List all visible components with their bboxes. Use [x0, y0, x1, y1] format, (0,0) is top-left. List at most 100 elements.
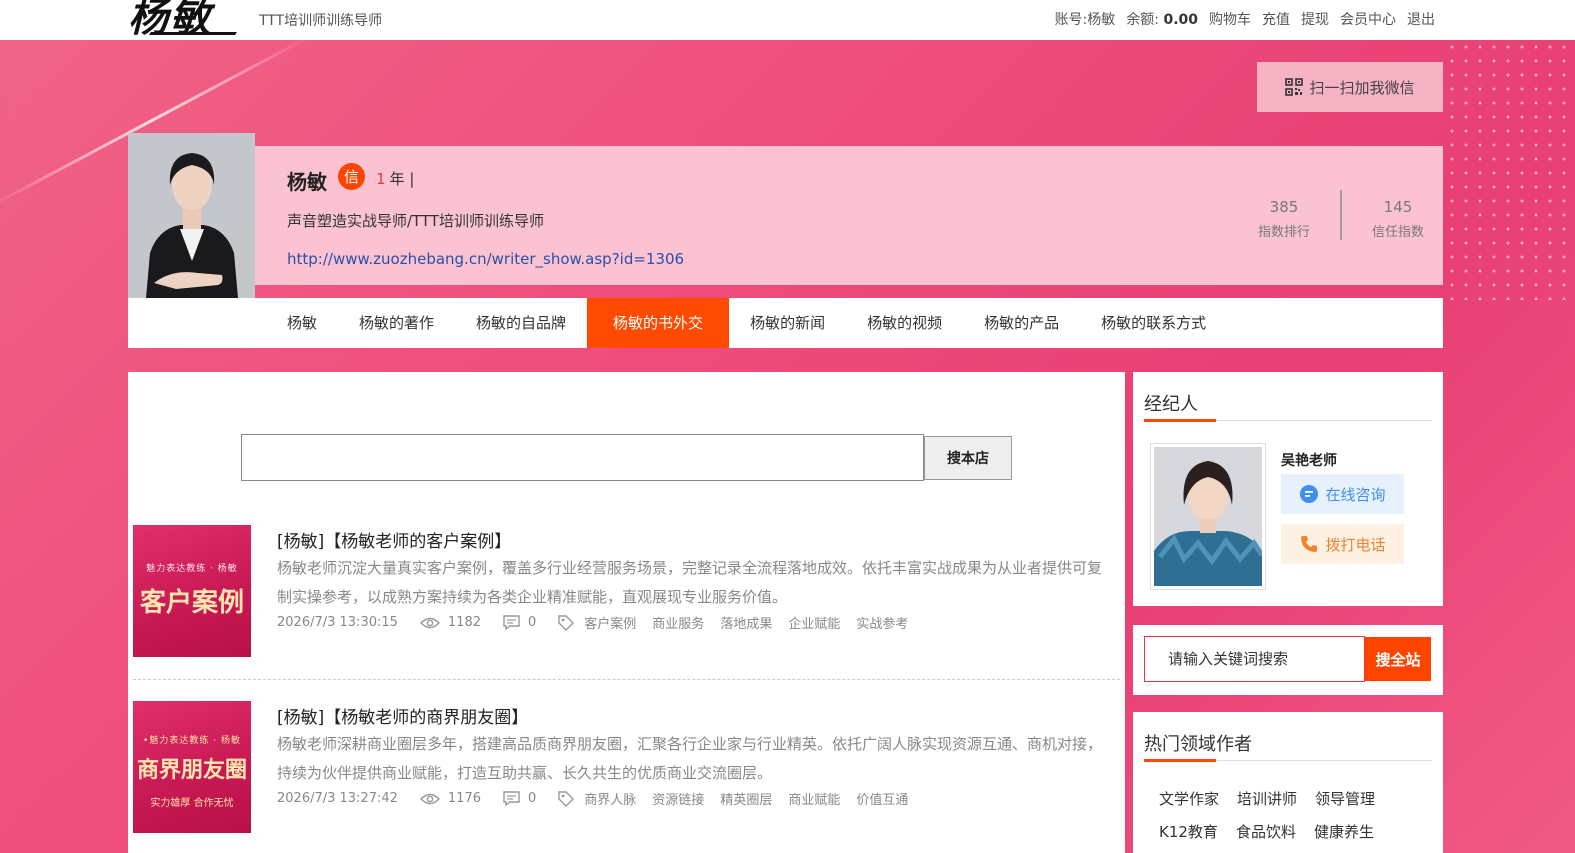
profile-header: 杨敏 信 1年 | 声音塑造实战导师/TTT培训师训练导师 http://www… — [255, 146, 1443, 285]
article-time: 2026/7/3 13:30:15 — [277, 615, 398, 630]
account-info: 账号:杨敏 — [1055, 9, 1116, 29]
nav-news[interactable]: 杨敏的新闻 — [729, 298, 846, 348]
member-years: 1年 | — [376, 168, 414, 189]
article-thumbnail[interactable]: •魅力表达教练 · 杨敏 商界朋友圈 实力雄厚 合作无忧 — [133, 701, 251, 833]
nav-book-diplomacy[interactable]: 杨敏的书外交 — [587, 298, 730, 348]
top-bar: 杨敏 TTT培训师训练导师 账号:杨敏 余额: 0.00 购物车 充值 提现 会… — [0, 0, 1575, 40]
trust-index-value: 145 — [1383, 198, 1413, 216]
agent-panel: 经纪人 吴艳老师 在线咨询 拨打电话 — [1133, 372, 1443, 606]
article-thumbnail[interactable]: 魅力表达教练 · 杨敏 客户案例 — [133, 525, 251, 657]
member-years-number: 1 — [376, 170, 386, 188]
author-portrait-image — [128, 133, 255, 298]
member-center-link[interactable]: 会员中心 — [1340, 9, 1396, 29]
author-title: 声音塑造实战导师/TTT培训师训练导师 — [287, 212, 545, 230]
thumbnail-caption: 魅力表达教练 · 杨敏 — [146, 564, 238, 574]
account-bar: 账号:杨敏 余额: 0.00 购物车 充值 提现 会员中心 退出 — [1055, 9, 1435, 29]
main-content: 搜本店 魅力表达教练 · 杨敏 客户案例 [杨敏]【杨敏老师的客户案例】 杨敏老… — [128, 372, 1125, 853]
call-phone-label: 拨打电话 — [1325, 535, 1386, 554]
section-accent-bar — [1144, 759, 1216, 762]
thumbnail-caption: •魅力表达教练 · 杨敏 — [143, 736, 241, 746]
decorative-dot-pattern — [1445, 40, 1575, 300]
article-title[interactable]: [杨敏]【杨敏老师的商界朋友圈】 — [277, 703, 528, 728]
article-tag[interactable]: 客户案例 — [584, 613, 636, 632]
article-meta: 2026/7/3 13:30:15 1182 0 客户案例 商业服务 落地成果 … — [277, 613, 924, 632]
nav-contact[interactable]: 杨敏的联系方式 — [1080, 298, 1227, 348]
nav-works[interactable]: 杨敏的著作 — [338, 298, 455, 348]
article-tag[interactable]: 商业赋能 — [788, 789, 840, 808]
nav-brand[interactable]: 杨敏的自品牌 — [455, 298, 587, 348]
nav-products[interactable]: 杨敏的产品 — [963, 298, 1080, 348]
hot-category-link[interactable]: 培训讲师 — [1237, 788, 1297, 809]
article-meta: 2026/7/3 13:27:42 1176 0 商界人脉 资源链接 精英圈层 … — [277, 789, 924, 808]
nav-videos[interactable]: 杨敏的视频 — [846, 298, 963, 348]
index-ranking-stat: 385 指数排行 — [1239, 198, 1329, 240]
site-search-button[interactable]: 搜全站 — [1365, 637, 1431, 681]
logo-brush-stroke — [149, 32, 237, 35]
article-tag[interactable]: 资源链接 — [652, 789, 704, 808]
article-views: 1176 — [447, 791, 481, 806]
balance-info: 余额: 0.00 — [1126, 9, 1198, 29]
account-label: 账号: — [1054, 12, 1088, 28]
article-tag[interactable]: 企业赋能 — [788, 613, 840, 632]
hot-category-link[interactable]: 食品饮料 — [1236, 821, 1296, 842]
article-description: 杨敏老师沉淀大量真实客户案例，覆盖多行业经营服务场景，完整记录全流程落地成效。依… — [277, 559, 1103, 606]
trust-badge: 信 — [338, 163, 365, 190]
member-years-text: 年 | — [389, 170, 415, 188]
logout-link[interactable]: 退出 — [1407, 9, 1435, 29]
article-tag[interactable]: 商业服务 — [652, 613, 704, 632]
agent-name: 吴艳老师 — [1281, 453, 1337, 469]
recharge-link[interactable]: 充值 — [1262, 9, 1290, 29]
site-tagline: TTT培训师训练导师 — [259, 13, 383, 29]
article-tag[interactable]: 商界人脉 — [584, 789, 636, 808]
article-tag[interactable]: 精英圈层 — [720, 789, 772, 808]
index-ranking-label: 指数排行 — [1257, 225, 1310, 240]
balance-value: 0.00 — [1163, 12, 1198, 28]
hot-category-link[interactable]: K12教育 — [1159, 821, 1218, 842]
article-item: •魅力表达教练 · 杨敏 商界朋友圈 实力雄厚 合作无忧 [杨敏]【杨敏老师的商… — [133, 701, 1118, 835]
tag-icon — [558, 790, 575, 807]
online-consult-button[interactable]: 在线咨询 — [1281, 474, 1404, 514]
cart-link[interactable]: 购物车 — [1209, 9, 1251, 29]
site-search-panel: 请输入关键词搜索 搜全站 — [1133, 625, 1443, 695]
hot-category-link[interactable]: 健康养生 — [1314, 821, 1374, 842]
trust-index-label: 信任指数 — [1371, 225, 1424, 240]
eye-icon — [419, 793, 440, 804]
agent-portrait-image — [1154, 447, 1262, 586]
chat-bubble-icon — [1300, 485, 1319, 503]
article-tag[interactable]: 价值互通 — [856, 789, 908, 808]
article-tag[interactable]: 落地成果 — [720, 613, 772, 632]
author-nav: 杨敏 杨敏的著作 杨敏的自品牌 杨敏的书外交 杨敏的新闻 杨敏的视频 杨敏的产品… — [128, 298, 1443, 348]
agent-photo — [1150, 443, 1266, 590]
tag-icon — [558, 614, 575, 631]
author-profile-url[interactable]: http://www.zuozhebang.cn/writer_show.asp… — [287, 250, 684, 268]
thumbnail-subcaption: 实力雄厚 合作无忧 — [150, 798, 234, 809]
index-ranking-value: 385 — [1269, 198, 1299, 216]
call-phone-button[interactable]: 拨打电话 — [1281, 524, 1404, 564]
article-title[interactable]: [杨敏]【杨敏老师的客户案例】 — [277, 527, 511, 552]
store-search-button[interactable]: 搜本店 — [924, 436, 1012, 480]
site-search-input[interactable]: 请输入关键词搜索 — [1144, 636, 1365, 682]
account-name: 杨敏 — [1087, 12, 1116, 28]
agent-section-title: 经纪人 — [1144, 394, 1198, 415]
qr-code-icon — [1285, 78, 1304, 96]
hot-category-link[interactable]: 文学作家 — [1159, 788, 1219, 809]
article-separator — [133, 679, 1120, 680]
nav-home[interactable]: 杨敏 — [266, 298, 338, 348]
article-item: 魅力表达教练 · 杨敏 客户案例 [杨敏]【杨敏老师的客户案例】 杨敏老师沉淀大… — [133, 525, 1118, 659]
thumbnail-headline: 客户案例 — [139, 588, 244, 618]
eye-icon — [419, 617, 440, 628]
store-search-input[interactable] — [241, 434, 924, 481]
hot-authors-panel: 热门领域作者 文学作家 培训讲师 领导管理 K12教育 食品饮料 健康养生 — [1133, 712, 1443, 853]
trust-index-stat: 145 信任指数 — [1353, 198, 1443, 240]
author-name: 杨敏 — [287, 170, 327, 194]
author-avatar — [128, 133, 255, 298]
comment-icon — [503, 615, 520, 630]
wechat-scan-button[interactable]: 扫一扫加我微信 — [1257, 62, 1443, 112]
hot-category-link[interactable]: 领导管理 — [1315, 788, 1375, 809]
hot-author-categories: 文学作家 培训讲师 领导管理 K12教育 食品饮料 健康养生 — [1159, 788, 1429, 842]
comment-icon — [503, 791, 520, 806]
phone-icon — [1301, 536, 1318, 552]
withdraw-link[interactable]: 提现 — [1301, 9, 1329, 29]
article-tag[interactable]: 实战参考 — [856, 613, 908, 632]
article-description: 杨敏老师深耕商业圈层多年，搭建高品质商界朋友圈，汇聚各行企业家与行业精英。依托广… — [277, 735, 1103, 782]
